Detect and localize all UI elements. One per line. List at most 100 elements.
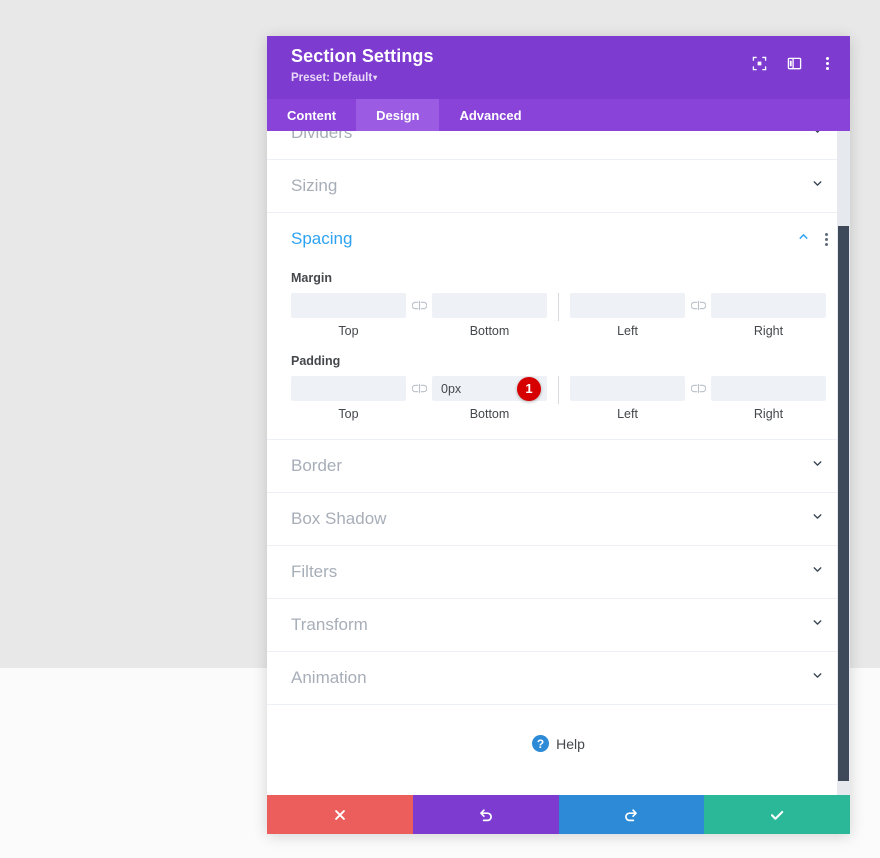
modal-footer [267,795,850,834]
section-label: Spacing [291,229,353,248]
section-label: Border [291,456,343,475]
margin-link-left-right-icon[interactable] [685,293,711,318]
padding-left-input[interactable] [570,376,685,401]
undo-icon [478,807,494,823]
margin-right-cell: Right [711,293,826,338]
settings-list: Dividers Sizing Spacing Margin Top Botto… [267,131,850,778]
padding-inputs: Top 0px 1 Bottom Left Right [291,376,826,421]
chevron-down-icon [811,669,824,687]
modal-header: Section Settings Preset: Default▾ [267,36,850,99]
tab-design[interactable]: Design [356,99,440,131]
section-row-border[interactable]: Border [267,440,850,493]
layout-view-icon[interactable] [785,54,803,72]
margin-bottom-input[interactable] [432,293,547,318]
section-label: Filters [291,562,338,581]
margin-bottom-cell: Bottom [432,293,547,338]
scrollbar-thumb[interactable] [838,226,849,781]
help-button[interactable]: ? Help [267,705,850,778]
margin-top-bottom-pair: Top Bottom [291,293,547,338]
page-title: Section Settings [291,46,434,66]
redo-icon [623,807,639,823]
padding-left-right-pair: Left Right [570,376,826,421]
tab-content[interactable]: Content [267,99,356,131]
padding-link-left-right-icon[interactable] [685,376,711,401]
section-more-options-icon[interactable] [820,232,832,246]
padding-label: Padding [291,354,341,368]
redo-button[interactable] [558,795,705,834]
chevron-down-icon [811,457,824,475]
chevron-down-icon [811,563,824,581]
section-row-dividers[interactable]: Dividers [267,131,850,160]
margin-inputs: Top Bottom Left Right [291,293,826,338]
tab-advanced[interactable]: Advanced [439,99,541,131]
chevron-down-icon [811,177,824,195]
padding-left-cell: Left [570,376,685,421]
chevron-down-icon [811,510,824,528]
undo-button[interactable] [412,795,559,834]
screen: Section Settings Preset: Default▾ Conten… [0,0,880,858]
section-label: Dividers [291,131,353,142]
section-row-animation[interactable]: Animation [267,652,850,705]
preset-selector[interactable]: Preset: Default▾ [291,72,377,84]
padding-top-caption: Top [338,407,359,421]
padding-right-caption: Right [753,407,784,421]
margin-field-group: Margin Top Bottom Left Right [267,271,850,338]
padding-left-caption: Left [617,407,638,421]
section-row-sizing[interactable]: Sizing [267,160,850,213]
help-label: Help [556,735,585,752]
margin-top-cell: Top [291,293,406,338]
field-group-divider [558,376,559,404]
padding-right-cell: Right [711,376,826,421]
section-header-icons [797,230,832,248]
check-icon [769,807,785,823]
padding-bottom-caption: Bottom [469,407,510,421]
margin-left-cell: Left [570,293,685,338]
margin-top-caption: Top [338,324,359,338]
fullscreen-icon[interactable] [750,54,768,72]
padding-bottom-input[interactable]: 0px 1 [432,376,547,401]
save-button[interactable] [704,795,850,834]
tab-bar: Content Design Advanced [267,99,850,131]
margin-top-input[interactable] [291,293,406,318]
padding-bottom-cell: 0px 1 Bottom [432,376,547,421]
section-label: Animation [291,668,367,687]
section-row-transform[interactable]: Transform [267,599,850,652]
settings-scroll-area: Dividers Sizing Spacing Margin Top Botto… [267,131,850,795]
margin-left-caption: Left [617,324,638,338]
margin-bottom-caption: Bottom [469,324,510,338]
chevron-down-icon [811,616,824,634]
section-label: Transform [291,615,368,634]
margin-right-input[interactable] [711,293,826,318]
field-group-divider [558,293,559,321]
chevron-down-icon: ▾ [373,73,378,82]
padding-top-bottom-pair: Top 0px 1 Bottom [291,376,547,421]
chevron-down-icon [811,131,824,142]
cancel-button[interactable] [267,795,413,834]
chevron-up-icon[interactable] [797,230,810,248]
padding-top-cell: Top [291,376,406,421]
margin-label: Margin [291,271,332,285]
header-icon-group [750,54,834,72]
margin-link-top-bottom-icon[interactable] [406,293,432,318]
section-row-box-shadow[interactable]: Box Shadow [267,493,850,546]
padding-link-top-bottom-icon[interactable] [406,376,432,401]
more-options-icon[interactable] [820,54,834,72]
section-label: Box Shadow [291,509,387,528]
padding-field-group: Padding Top 0px 1 Bottom Left Right [267,354,850,421]
section-row-filters[interactable]: Filters [267,546,850,599]
help-icon: ? [532,735,550,752]
section-settings-modal: Section Settings Preset: Default▾ Conten… [267,36,850,834]
section-spacing: Spacing Margin Top Bottom Left Right Pad… [267,213,850,440]
padding-bottom-value: 0px [441,381,462,396]
margin-right-caption: Right [753,324,784,338]
scrollbar-track[interactable] [837,131,850,795]
step-badge-1: 1 [517,376,541,401]
margin-left-input[interactable] [570,293,685,318]
section-spacing-header[interactable]: Spacing [267,213,850,265]
padding-right-input[interactable] [711,376,826,401]
preset-label: Preset: Default [291,72,373,84]
section-label: Sizing [291,176,338,195]
margin-left-right-pair: Left Right [570,293,826,338]
padding-top-input[interactable] [291,376,406,401]
close-icon [333,808,347,822]
